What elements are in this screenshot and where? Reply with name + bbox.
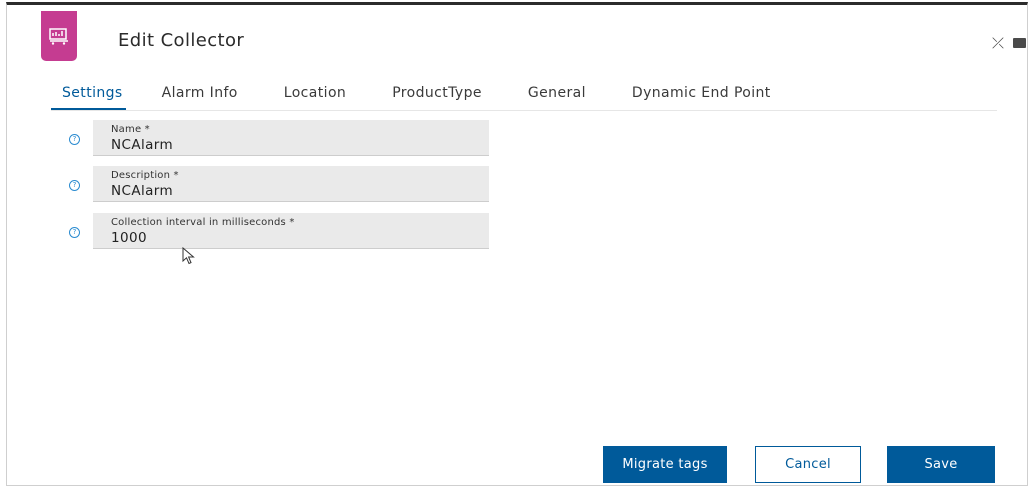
interval-field-label: Collection interval in milliseconds * <box>111 217 295 228</box>
interval-field-value: 1000 <box>111 230 147 246</box>
mouse-pointer-icon <box>182 246 196 269</box>
help-icon[interactable]: ? <box>69 180 80 191</box>
name-field-value: NCAlarm <box>111 137 174 153</box>
tab-settings[interactable]: Settings <box>51 73 126 110</box>
tab-product-type[interactable]: ProductType <box>382 73 492 108</box>
description-field-row: ? Description * NCAlarm <box>63 166 503 202</box>
save-button[interactable]: Save <box>887 446 995 483</box>
help-icon[interactable]: ? <box>69 134 80 145</box>
collector-icon <box>41 11 77 61</box>
description-field-label: Description * <box>111 170 179 181</box>
close-icon[interactable]: ⤫ <box>990 36 1006 51</box>
tab-alarm-info[interactable]: Alarm Info <box>152 73 248 108</box>
migrate-tags-button[interactable]: Migrate tags <box>603 446 727 483</box>
tab-dynamic-end-point[interactable]: Dynamic End Point <box>622 73 781 108</box>
cancel-button[interactable]: Cancel <box>755 446 861 483</box>
name-field-label: Name * <box>111 124 150 135</box>
minimize-icon[interactable] <box>1011 36 1027 50</box>
description-field-value: NCAlarm <box>111 183 174 199</box>
help-icon[interactable]: ? <box>69 227 80 238</box>
interval-field-row: ? Collection interval in milliseconds * … <box>63 213 503 249</box>
name-field-row: ? Name * NCAlarm <box>63 120 503 156</box>
edit-collector-dialog: Edit Collector ⤫ Settings Alarm Info Loc… <box>6 2 1028 486</box>
description-field[interactable]: Description * NCAlarm <box>93 166 489 202</box>
tab-bar: Settings Alarm Info Location ProductType… <box>51 73 997 111</box>
collection-interval-field[interactable]: Collection interval in milliseconds * 10… <box>93 213 489 249</box>
dialog-header: Edit Collector ⤫ <box>7 5 1027 67</box>
name-field[interactable]: Name * NCAlarm <box>93 120 489 156</box>
tab-general[interactable]: General <box>518 73 596 108</box>
dialog-title: Edit Collector <box>118 30 245 51</box>
tab-location[interactable]: Location <box>274 73 356 108</box>
